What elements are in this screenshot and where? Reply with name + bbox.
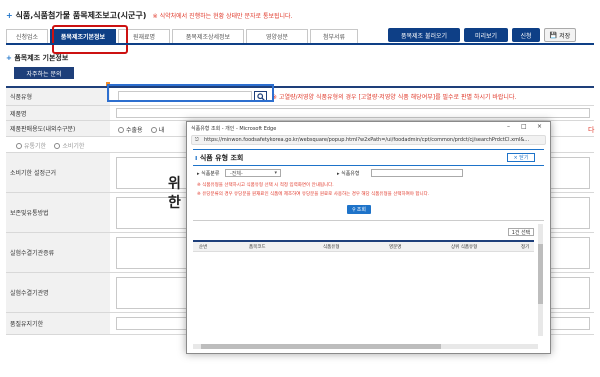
sales-use-label: 제품판매용도(내외수구분) bbox=[6, 121, 110, 136]
product-name-row: 제품명 bbox=[6, 106, 594, 121]
save-button[interactable]: 💾 저장 bbox=[544, 28, 576, 42]
chevron-down-icon: ▾ bbox=[274, 170, 277, 176]
popup-close-button[interactable]: × 닫기 bbox=[507, 153, 535, 162]
apply-button[interactable]: 신청 bbox=[512, 28, 540, 42]
popup-heading-text: 식품 유형 조회 bbox=[199, 154, 244, 162]
popup-separator bbox=[193, 220, 544, 221]
search-icon: ⚲ bbox=[352, 206, 356, 213]
filter-type-input[interactable] bbox=[371, 169, 463, 177]
shelf-life-label: 소비기한 설정근거 bbox=[6, 153, 110, 192]
section-title: + 품목제조 기본정보 bbox=[6, 53, 68, 63]
lock-icon: ⎋ bbox=[195, 137, 199, 143]
filter-category-label: ▸ 식품분류 bbox=[197, 171, 220, 177]
popup-heading: ı 식품 유형 조회 bbox=[195, 153, 243, 163]
save-label: 저장 bbox=[559, 32, 571, 40]
address-bar[interactable]: ⎋ https://minwon.foodsafetykorea.go.kr/w… bbox=[191, 135, 546, 145]
col-type: 식품유형 bbox=[323, 245, 340, 250]
tab-applicant[interactable]: 신청업소 bbox=[6, 29, 48, 43]
product-name-input[interactable] bbox=[116, 108, 590, 118]
horizontal-scrollbar[interactable] bbox=[193, 344, 538, 349]
window-title: 식품유형 조회 - 개인 - Microsoft Edge bbox=[191, 125, 277, 132]
page-header: + 식품,식품첨가물 품목제조보고(시군구) ※ 식약처에서 진행하는 현황 상… bbox=[6, 10, 596, 22]
filter-category-select[interactable]: -전체- ▾ bbox=[225, 169, 281, 177]
col-english: 영문명 bbox=[389, 245, 402, 250]
food-type-label: 식품유형 bbox=[6, 88, 110, 105]
toolbar: 품목제조 불러오기 미리보기 신청 💾 저장 bbox=[384, 28, 576, 42]
quality-period-label: 품질유지기한 bbox=[6, 313, 110, 334]
select-button[interactable]: 1건 선택 bbox=[508, 228, 534, 236]
radio-domestic[interactable]: 내 bbox=[150, 125, 164, 134]
page-title: 식품,식품첨가물 품목제조보고(시군구) bbox=[15, 11, 147, 20]
popup-search-button[interactable]: ⚲ 조회 bbox=[347, 205, 371, 214]
obscured-text-1: 위 bbox=[168, 176, 181, 192]
tab-underline bbox=[6, 43, 594, 45]
storage-label: 보존및유통방법 bbox=[6, 193, 110, 232]
popup-top-line bbox=[193, 149, 544, 150]
radio-export[interactable]: 수출용 bbox=[118, 125, 143, 134]
faq-button[interactable]: 자주하는 문의 bbox=[14, 67, 74, 79]
vertical-scrollbar[interactable] bbox=[538, 224, 543, 336]
tab-detail-info[interactable]: 품목제조상세정보 bbox=[172, 29, 244, 43]
load-button[interactable]: 품목제조 불러오기 bbox=[388, 28, 460, 42]
col-extra: 정기 bbox=[521, 245, 530, 250]
table-header: 순번 품목코드 식품유형 영문명 상위 식품유형 정기 bbox=[193, 242, 534, 252]
food-type-row: 식품유형 ※ 고열량/저영양 식품유형의 경우 [고열량·저영양 식품 해당여부… bbox=[6, 88, 594, 106]
maximize-icon[interactable]: □ bbox=[521, 123, 527, 130]
popup-divider bbox=[193, 165, 544, 166]
plus-icon: + bbox=[6, 11, 16, 20]
header-note: ※ 식약처에서 진행하는 현황 상태만 문자로 통보됩니다. bbox=[152, 13, 293, 20]
filter-category-value: -전체- bbox=[230, 170, 243, 177]
red-mark: 다 bbox=[588, 126, 595, 134]
radio-consume[interactable]: 소비기한 bbox=[54, 141, 84, 150]
food-type-popup-window: 식품유형 조회 - 개인 - Microsoft Edge – □ × ⎋ ht… bbox=[186, 121, 551, 354]
sales-radio-group: 수출용 내 bbox=[118, 125, 170, 135]
popup-note-2: ※ 유당분류의 경우 유당분을 원재료인 식품에 제조하여 유당분을 원료로 사… bbox=[197, 192, 430, 197]
col-code: 품목코드 bbox=[249, 245, 266, 250]
col-seq: 순번 bbox=[199, 245, 208, 250]
preview-button[interactable]: 미리보기 bbox=[464, 28, 508, 42]
minimize-icon[interactable]: – bbox=[507, 123, 510, 130]
test-period-label: 실험수결기관증류 bbox=[6, 233, 110, 272]
section-title-text: 품목제조 기본정보 bbox=[14, 54, 69, 62]
food-type-note: ※ 고열량/저영양 식품유형의 경우 [고열량·저영양 식품 해당여부]를 필수… bbox=[272, 94, 517, 101]
product-name-label: 제품명 bbox=[6, 106, 110, 120]
close-window-icon[interactable]: × bbox=[537, 123, 542, 130]
date-radio-group: 유통기한 소비기한 bbox=[16, 141, 90, 151]
hscroll-thumb[interactable] bbox=[201, 344, 441, 349]
tab-attachments[interactable]: 첨부서류 bbox=[310, 29, 358, 43]
radio-expiry[interactable]: 유통기한 bbox=[16, 141, 46, 150]
url-text: https://minwon.foodsafetykorea.go.kr/web… bbox=[204, 137, 530, 143]
obscured-text-2: 한 bbox=[168, 195, 181, 211]
col-parent: 상위 식품유형 bbox=[451, 245, 478, 250]
popup-note-1: ※ 식품유형을 선택하시고 식품유형 선택 시 적정 입력화면이 안내됩니다. bbox=[197, 183, 334, 188]
popup-search-label: 조회 bbox=[356, 207, 366, 213]
popup-titlebar: 식품유형 조회 - 개인 - Microsoft Edge – □ × bbox=[187, 122, 550, 134]
tab-nutrition[interactable]: 영양성분 bbox=[246, 29, 308, 43]
test-agency-label: 실험수결기관명 bbox=[6, 273, 110, 312]
highlight-food-type bbox=[107, 84, 274, 102]
filter-type-label: ▸ 식품유형 bbox=[337, 171, 360, 177]
highlight-active-tab bbox=[52, 25, 128, 54]
floppy-icon: 💾 bbox=[549, 31, 558, 39]
food-type-table: 순번 품목코드 식품유형 영문명 상위 식품유형 정기 bbox=[193, 240, 534, 336]
scroll-thumb[interactable] bbox=[538, 244, 543, 304]
